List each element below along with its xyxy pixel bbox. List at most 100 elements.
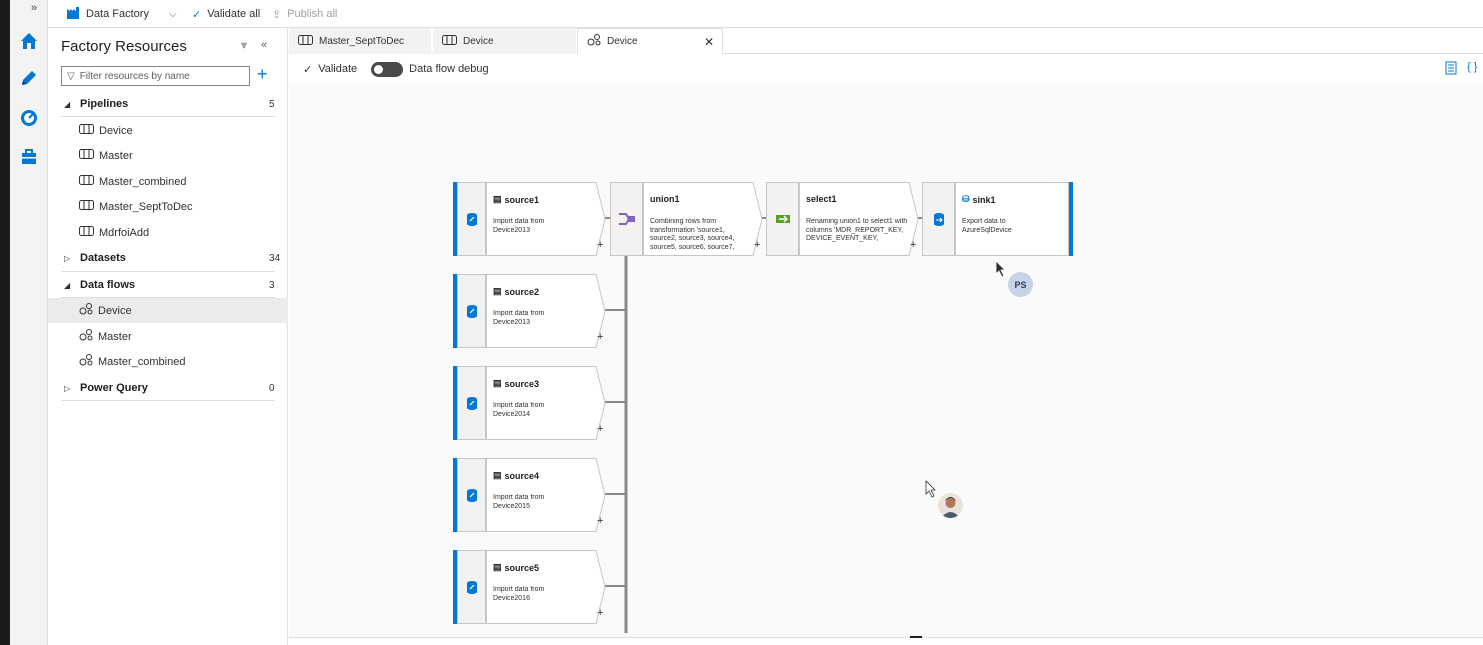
pipeline-item-master-combined[interactable]: Master_combined <box>48 169 288 194</box>
add-transform-button[interactable]: + <box>597 239 603 251</box>
pipeline-item-master[interactable]: Master <box>48 143 288 168</box>
manage-toolbox-icon[interactable] <box>14 142 44 172</box>
pipeline-icon <box>79 226 94 239</box>
node-title: ▤ source2 <box>493 286 539 297</box>
filter-placeholder: Filter resources by name <box>79 70 190 82</box>
validate-check-icon: ✓ <box>192 8 202 21</box>
resize-handle[interactable] <box>910 636 922 638</box>
node-select1[interactable]: select1 Renaming union1 to select1 with … <box>766 182 919 256</box>
pipeline-icon <box>79 124 94 137</box>
category-count: 0 <box>269 382 275 394</box>
table-icon: ▤ <box>493 286 502 296</box>
data-factory-icon <box>66 6 80 22</box>
tab-device-dataflow[interactable]: Device ✕ <box>577 28 723 55</box>
category-pipelines[interactable]: ◢ Pipelines 5 <box>48 91 288 117</box>
remote-cursor-icon <box>995 260 1006 278</box>
item-label: Master_combined <box>98 355 186 368</box>
filter-icon: ▽ <box>67 70 75 82</box>
category-label: Datasets <box>80 252 126 264</box>
node-source2[interactable]: ▤ source2 Import data from Device2013 + <box>453 274 606 348</box>
node-title-text: source2 <box>504 286 540 297</box>
collapse-panel-icon[interactable]: « <box>261 39 267 51</box>
properties-icon[interactable] <box>1445 61 1457 78</box>
add-transform-button[interactable]: + <box>597 331 603 343</box>
category-datasets[interactable]: ▷ Datasets 34 <box>48 245 288 271</box>
source-db-icon <box>457 274 486 348</box>
collapsed-caret-icon: ▷ <box>64 383 71 393</box>
divider <box>61 400 275 401</box>
close-tab-icon[interactable]: ✕ <box>704 35 714 49</box>
add-transform-button[interactable]: + <box>597 423 603 435</box>
dataflow-icon <box>79 354 93 369</box>
tab-master-septtodec[interactable]: Master_SeptToDec <box>289 28 432 54</box>
code-braces-icon[interactable]: { } <box>1467 61 1477 73</box>
node-source3[interactable]: ▤ source3 Import data from Device2014 + <box>453 366 606 440</box>
pipeline-item-master-septtodec[interactable]: Master_SeptToDec <box>48 194 288 219</box>
node-desc: Renaming union1 to select1 with columns … <box>806 218 908 242</box>
pipeline-item-device[interactable]: Device <box>48 118 288 143</box>
factory-resources-panel: Factory Resources ⩔ « ▽ Filter resources… <box>48 28 288 645</box>
debug-toggle-switch[interactable] <box>371 61 404 77</box>
panel-title: Factory Resources <box>61 38 187 55</box>
left-window-edge <box>0 0 10 645</box>
category-count: 5 <box>269 98 275 110</box>
debug-label: Data flow debug <box>409 63 489 75</box>
node-desc: Import data from Device2014 <box>493 402 545 418</box>
node-source1[interactable]: ▤ source1 Import data from Device2013 + <box>453 182 606 256</box>
node-union1[interactable]: union1 Combining rows from transformatio… <box>610 182 763 256</box>
item-label: Master <box>99 149 133 162</box>
node-sink1[interactable]: ⛁ sink1 Export data to AzureSqlDevice <box>922 182 1074 256</box>
tab-device-pipeline[interactable]: Device <box>433 28 577 54</box>
monitor-icon[interactable] <box>14 103 44 133</box>
node-source5[interactable]: ▤ source5 Import data from Device2016 + <box>453 550 606 624</box>
category-data-flows[interactable]: ◢ Data flows 3 <box>48 272 288 298</box>
node-title: ⛁ sink1 <box>962 194 996 205</box>
dataflow-item-device[interactable]: Device <box>48 298 288 323</box>
presence-avatar-initials[interactable]: PS <box>1008 272 1033 297</box>
publish-all-button[interactable]: ⇪ Publish all <box>272 0 337 28</box>
data-flow-debug-toggle[interactable]: Data flow debug <box>371 61 489 77</box>
dataflow-item-master[interactable]: Master <box>48 324 288 349</box>
dataflow-icon <box>79 303 93 318</box>
item-label: MdrfoiAdd <box>99 226 150 239</box>
node-title: ▤ source4 <box>493 470 539 481</box>
node-title: ▤ source1 <box>493 194 539 205</box>
union-icon <box>610 182 643 256</box>
item-label: Device <box>99 124 133 137</box>
node-source4[interactable]: ▤ source4 Import data from Device2015 + <box>453 458 606 532</box>
add-resource-button[interactable]: + <box>257 64 273 84</box>
filter-resources-input[interactable]: ▽ Filter resources by name <box>61 66 250 86</box>
table-icon: ▤ <box>493 562 502 572</box>
add-transform-button[interactable]: + <box>597 515 603 527</box>
add-transform-button[interactable]: + <box>754 239 760 251</box>
node-title-text: source1 <box>504 194 540 205</box>
validate-button[interactable]: ✓ Validate <box>303 63 357 76</box>
presence-avatar-photo[interactable] <box>938 493 963 518</box>
node-desc: Import data from Device2015 <box>493 494 545 510</box>
collapse-all-icon[interactable]: ⩔ <box>241 39 247 52</box>
node-title-text: source5 <box>504 562 540 573</box>
divider <box>61 116 275 117</box>
expand-rail-icon[interactable]: » <box>24 2 44 16</box>
pipeline-icon <box>442 34 457 48</box>
node-title: ▤ source3 <box>493 378 539 389</box>
node-desc: Import data from Device2013 <box>493 310 545 326</box>
dataflow-item-master-combined[interactable]: Master_combined <box>48 349 288 374</box>
validate-label: Validate <box>318 63 358 75</box>
canvas-bottom-edge <box>289 636 1483 645</box>
factory-selector[interactable]: Data Factory ⌵ <box>66 0 177 28</box>
validate-all-button[interactable]: ✓ Validate all <box>192 0 260 28</box>
home-icon[interactable] <box>14 26 44 56</box>
author-pencil-icon[interactable] <box>14 63 44 93</box>
publish-all-label: Publish all <box>287 8 338 20</box>
add-transform-button[interactable]: + <box>910 239 916 251</box>
source-db-icon <box>457 366 486 440</box>
expanded-caret-icon: ◢ <box>64 280 71 290</box>
add-transform-button[interactable]: + <box>597 607 603 619</box>
item-label: Master_combined <box>99 175 187 188</box>
mouse-cursor-icon <box>925 480 936 498</box>
pipeline-item-mdrfoiadd[interactable]: MdrfoiAdd <box>48 220 288 245</box>
category-power-query[interactable]: ▷ Power Query 0 <box>48 375 288 401</box>
dataflow-canvas[interactable]: ▤ source1 Import data from Device2013 + u… <box>289 83 1483 637</box>
category-label: Data flows <box>80 279 136 291</box>
